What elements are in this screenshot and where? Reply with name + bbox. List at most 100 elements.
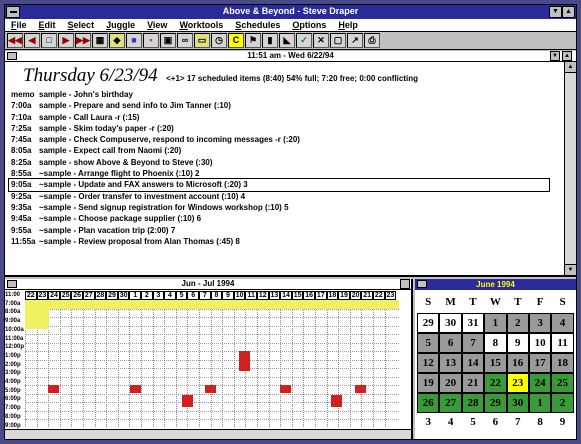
check-icon[interactable]: ✓ bbox=[296, 33, 312, 48]
calendar-day[interactable]: 28 bbox=[461, 393, 485, 413]
calendar-day[interactable]: 11 bbox=[551, 333, 574, 353]
calendar-day[interactable]: 25 bbox=[551, 373, 574, 393]
menu-edit[interactable]: Edit bbox=[33, 19, 62, 30]
schedule-item[interactable]: 9:55a ~sample - Plan vacation trip (2:00)… bbox=[11, 225, 561, 236]
palette-icon[interactable]: ◆ bbox=[109, 33, 125, 48]
schedule-item[interactable]: 7:10a sample - Call Laura -r (:15) bbox=[11, 112, 561, 123]
calendar-day[interactable]: 2 bbox=[506, 313, 529, 333]
gantt-day-label[interactable]: 20 bbox=[349, 291, 362, 300]
gantt-day-label[interactable]: 24 bbox=[48, 291, 60, 300]
gantt-day-column[interactable] bbox=[199, 300, 211, 427]
menu-view[interactable]: View bbox=[141, 19, 173, 30]
gantt-day-label[interactable]: 30 bbox=[117, 291, 130, 300]
gantt-day-column[interactable] bbox=[210, 300, 223, 427]
gantt-day-label[interactable]: 17 bbox=[315, 291, 327, 300]
calendar-day[interactable]: 6 bbox=[484, 413, 507, 433]
schedule-item[interactable]: 8:05a sample - Expect call from Naomi (:2… bbox=[11, 145, 561, 156]
menu-select[interactable]: Select bbox=[62, 19, 101, 30]
gantt-day-column[interactable] bbox=[303, 300, 315, 427]
calendar-day[interactable]: 14 bbox=[461, 353, 485, 373]
calendar-day[interactable]: 29 bbox=[417, 313, 440, 333]
calendar-day[interactable]: 31 bbox=[461, 313, 485, 333]
calendar-day[interactable]: 9 bbox=[506, 333, 529, 353]
calendar-day[interactable]: 5 bbox=[461, 413, 485, 433]
menu-schedules[interactable]: Schedules bbox=[229, 19, 286, 30]
conflict-block[interactable] bbox=[130, 385, 141, 393]
gantt-day-column[interactable] bbox=[117, 300, 130, 427]
fast-forward-icon[interactable]: ▶▶ bbox=[75, 33, 91, 48]
calendar-day[interactable]: 10 bbox=[528, 333, 552, 353]
calendar-day[interactable]: 8 bbox=[484, 333, 507, 353]
gantt-day-label[interactable]: 23 bbox=[36, 291, 49, 300]
gantt-day-label[interactable]: 26 bbox=[71, 291, 83, 300]
calendar-day[interactable]: 19 bbox=[417, 373, 440, 393]
calendar-day[interactable]: 22 bbox=[484, 373, 507, 393]
gantt-day-label[interactable]: 19 bbox=[338, 291, 350, 300]
gantt-day-column[interactable] bbox=[152, 300, 165, 427]
gantt-day-label[interactable]: 22 bbox=[373, 291, 385, 300]
gantt-day-label[interactable]: 25 bbox=[59, 291, 72, 300]
calendar-day[interactable]: 17 bbox=[528, 353, 552, 373]
stamp-icon[interactable]: ▮ bbox=[262, 33, 278, 48]
conflict-block[interactable] bbox=[205, 385, 216, 393]
gantt-day-column[interactable] bbox=[257, 300, 269, 427]
calendar-day[interactable]: 13 bbox=[439, 353, 462, 373]
schedule-item[interactable]: 7:00a sample - Prepare and send info to J… bbox=[11, 100, 561, 111]
conflict-block[interactable] bbox=[280, 385, 291, 393]
gantt-day-label[interactable]: 10 bbox=[233, 291, 246, 300]
conflict-block[interactable] bbox=[331, 395, 342, 407]
gantt-day-label[interactable]: 27 bbox=[83, 291, 95, 300]
calendar-icon[interactable]: ▦ bbox=[92, 33, 108, 48]
menu-worktools[interactable]: Worktools bbox=[173, 19, 229, 30]
folder-icon[interactable]: ▭ bbox=[194, 33, 210, 48]
gantt-day-label[interactable]: 14 bbox=[280, 291, 292, 300]
calendar-day[interactable]: 30 bbox=[439, 313, 462, 333]
gantt-day-column[interactable] bbox=[349, 300, 362, 427]
gantt-day-label[interactable]: 16 bbox=[303, 291, 315, 300]
gantt-day-column[interactable] bbox=[326, 300, 339, 427]
gantt-menu-icon[interactable] bbox=[7, 280, 17, 288]
menu-options[interactable]: Options bbox=[286, 19, 332, 30]
calendar-day[interactable]: 8 bbox=[528, 413, 552, 433]
gantt-day-column[interactable] bbox=[71, 300, 83, 427]
maximize-button[interactable]: ▲ bbox=[562, 6, 575, 18]
pane-maximize-button[interactable]: ▲ bbox=[562, 51, 572, 61]
printer-icon[interactable]: ⎙ bbox=[364, 33, 380, 48]
gantt-day-label[interactable]: 2 bbox=[141, 291, 153, 300]
gantt-day-label[interactable]: 5 bbox=[175, 291, 188, 300]
schedule-item[interactable]: 7:25a sample - Skim today's paper -r (:20… bbox=[11, 123, 561, 134]
filter-icon[interactable]: ◣ bbox=[279, 33, 295, 48]
menu-file[interactable]: File bbox=[5, 19, 33, 30]
calendar-menu-icon[interactable] bbox=[417, 280, 427, 288]
gantt-day-column[interactable] bbox=[280, 300, 292, 427]
calendar-day[interactable]: 29 bbox=[484, 393, 507, 413]
title-bar[interactable]: Above & Beyond - Steve Draper ▼ ▲ bbox=[5, 5, 576, 19]
clock-icon[interactable]: ◷ bbox=[211, 33, 227, 48]
calendar-day[interactable]: 7 bbox=[506, 413, 529, 433]
gantt-day-column[interactable] bbox=[268, 300, 281, 427]
vertical-scrollbar[interactable]: ▲ ▼ bbox=[564, 62, 576, 275]
busy-block[interactable] bbox=[25, 300, 399, 309]
calendar-day[interactable]: 2 bbox=[551, 393, 574, 413]
calendar-day[interactable]: 4 bbox=[439, 413, 462, 433]
calendar-day[interactable]: 6 bbox=[439, 333, 462, 353]
scroll-up-icon[interactable]: ▲ bbox=[565, 62, 576, 73]
busy-block[interactable] bbox=[25, 309, 49, 329]
schedule-item[interactable]: 8:55a ~sample - Arrange flight to Phoenix… bbox=[11, 168, 561, 179]
calendar-day[interactable]: 4 bbox=[551, 313, 574, 333]
gantt-day-label[interactable]: 4 bbox=[164, 291, 176, 300]
gantt-day-column[interactable] bbox=[222, 300, 234, 427]
gantt-day-column[interactable] bbox=[59, 300, 72, 427]
gantt-day-column[interactable] bbox=[164, 300, 176, 427]
gantt-day-label[interactable]: 22 bbox=[25, 291, 37, 300]
calendar-day[interactable]: 30 bbox=[506, 393, 529, 413]
calendar-day[interactable]: 23 bbox=[506, 373, 529, 393]
gantt-day-label[interactable]: 23 bbox=[384, 291, 397, 300]
conflict-block[interactable] bbox=[182, 395, 193, 407]
gantt-day-label[interactable]: 3 bbox=[152, 291, 165, 300]
gantt-day-label[interactable]: 9 bbox=[222, 291, 234, 300]
gantt-grid[interactable]: 22 23 24 25 26 27 28 29 30 1 2 3 4 5 6 7 8 9 10 11 12 13 14 15 1… bbox=[25, 291, 399, 427]
menu-help[interactable]: Help bbox=[332, 19, 364, 30]
gantt-day-label[interactable]: 11 bbox=[245, 291, 257, 300]
gantt-day-label[interactable]: 13 bbox=[268, 291, 281, 300]
